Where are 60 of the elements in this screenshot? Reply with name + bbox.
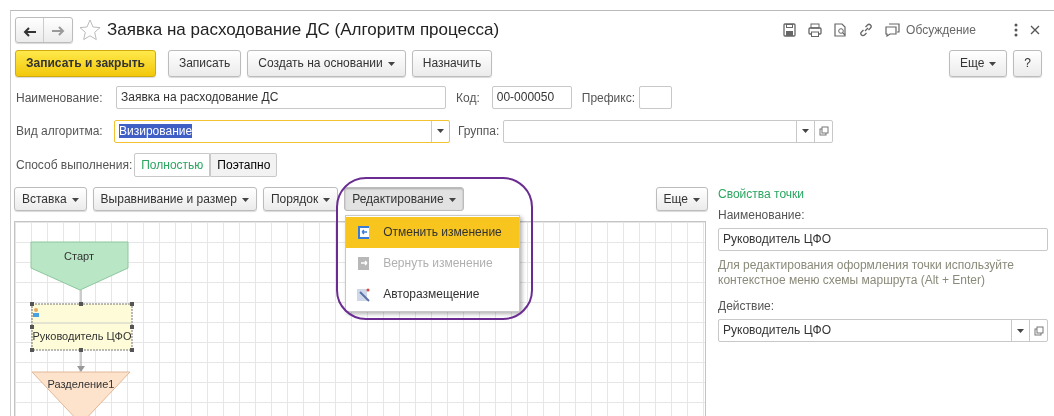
caret-icon — [71, 197, 79, 202]
star-icon[interactable] — [79, 19, 101, 41]
redo-icon — [356, 256, 372, 271]
caret-icon — [989, 61, 997, 66]
menu-item[interactable]: Отменить изменение — [346, 217, 520, 248]
caret-icon — [387, 61, 395, 66]
caret-icon — [448, 197, 456, 202]
algorithm-field[interactable]: Визирование — [114, 119, 450, 143]
toolbar-button[interactable]: Записать и закрыть — [15, 50, 156, 77]
preview-icon[interactable] — [834, 23, 848, 37]
field-label: Префикс: — [581, 89, 636, 107]
field-label: Код: — [456, 89, 480, 107]
name-field[interactable]: Заявка на расходование ДС — [116, 86, 446, 109]
caret-icon — [802, 129, 810, 133]
close-icon[interactable] — [1030, 25, 1040, 35]
link-icon[interactable] — [859, 23, 874, 37]
open-icon — [818, 126, 829, 137]
caret-icon — [693, 197, 700, 202]
mode-toggle[interactable]: Поэтапно — [210, 152, 278, 177]
window-title: Заявка на расходование ДС (Алгоритм процесса) — [107, 19, 500, 42]
field-label: Действие: — [718, 298, 776, 315]
undo-icon — [356, 225, 372, 240]
field-label: Наименование: — [718, 207, 806, 224]
field-label: Вид алгоритма: — [16, 123, 104, 140]
name-field[interactable]: Руководитель ЦФО — [718, 228, 1048, 251]
help-button[interactable]: ? — [1013, 50, 1042, 77]
action-node[interactable]: Руководитель ЦФО — [30, 302, 134, 352]
more-button[interactable]: Еще — [655, 187, 708, 211]
caret-icon — [437, 129, 444, 133]
more-menu-icon[interactable] — [1014, 23, 1018, 37]
caret-icon — [323, 197, 331, 202]
field-label: Группа: — [458, 123, 500, 140]
connector-arrow — [77, 351, 85, 372]
caret-icon — [1017, 328, 1024, 333]
menu-item[interactable]: Авторазмещение — [346, 279, 520, 310]
editor-menu-button[interactable]: Вставка — [14, 187, 87, 211]
start-node[interactable]: Старт — [30, 241, 129, 291]
chat-icon — [885, 23, 901, 37]
group-field[interactable] — [503, 119, 834, 143]
section-title: Свойства точки — [718, 186, 805, 203]
open-icon — [1033, 325, 1044, 336]
toolbar-button[interactable]: Записать — [167, 50, 242, 77]
editor-menu-button[interactable]: Выравнивание и размер — [92, 187, 257, 211]
hint-text: Для редактирования оформления точки используйте контекстное меню схемы маршрута (Alt + Enter) — [718, 258, 1015, 288]
field-label: Наименование: — [16, 89, 104, 107]
action-field[interactable]: Руководитель ЦФО — [718, 319, 1048, 342]
toolbar-button[interactable]: Назначить — [411, 50, 493, 77]
wand-icon — [356, 287, 372, 302]
save-icon[interactable] — [783, 23, 797, 37]
toolbar-button[interactable]: Создать на основании — [247, 50, 406, 77]
caret-icon — [241, 197, 249, 202]
split-node[interactable]: Разделение1 — [31, 371, 131, 416]
editor-menu-button[interactable]: Редактирование — [344, 187, 464, 211]
discussion-button[interactable]: Обсуждение — [885, 21, 976, 39]
field-label: Способ выполнения: — [16, 156, 133, 174]
printer-icon[interactable] — [808, 23, 823, 37]
code-field[interactable]: 00-000050 — [491, 86, 572, 109]
editor-menu-button[interactable]: Порядок — [262, 187, 339, 211]
prefix-field[interactable] — [639, 86, 673, 109]
more-button[interactable]: Еще — [948, 50, 1008, 77]
